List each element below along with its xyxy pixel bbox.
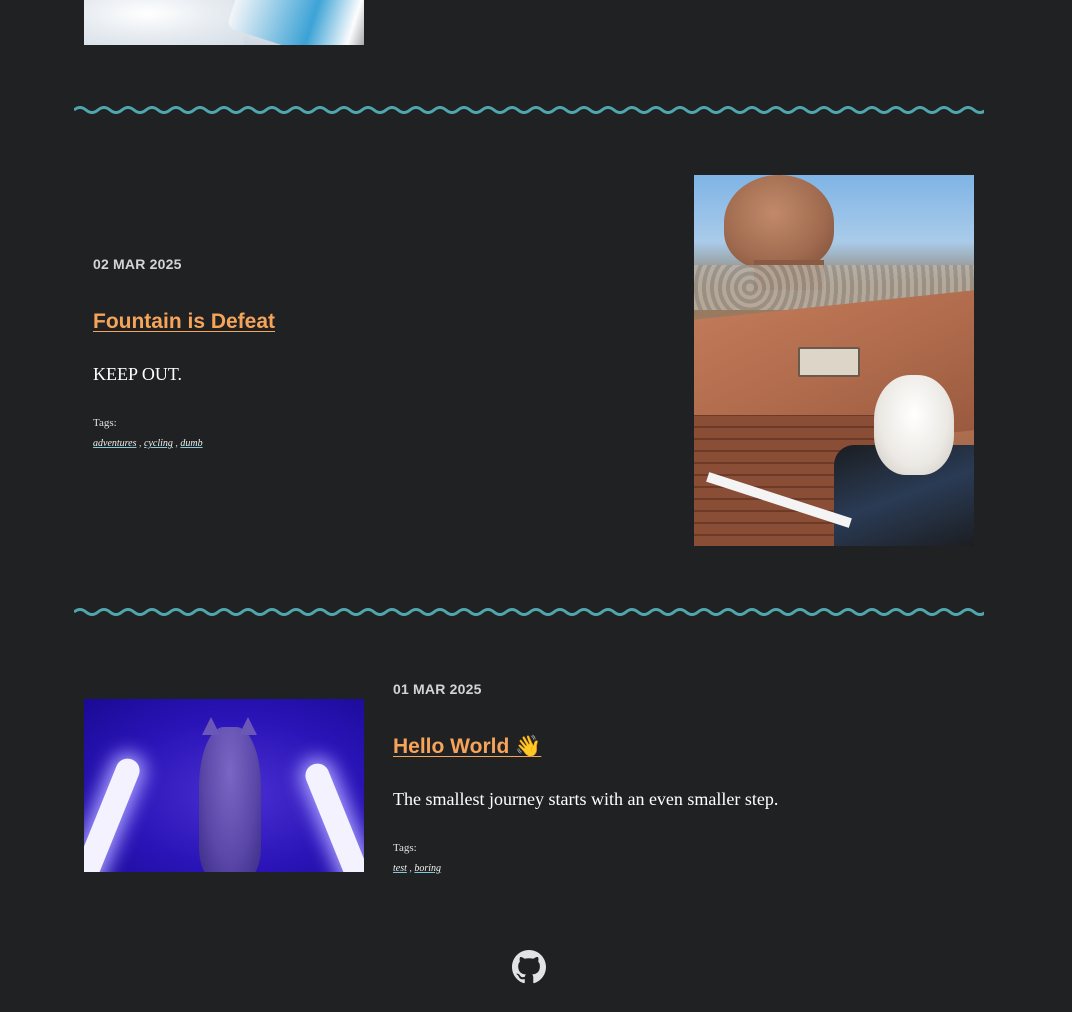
ski-shape	[226, 0, 364, 45]
light-tube-left	[84, 754, 144, 872]
github-icon-svg	[512, 950, 546, 984]
tag-link-cycling[interactable]: cycling	[144, 438, 173, 449]
sculpture-shape	[724, 175, 834, 270]
post-image-snow[interactable]	[84, 0, 364, 45]
cat-ear-right	[239, 717, 257, 735]
tag-list: adventures , cycling , dumb	[93, 438, 203, 449]
wavy-divider	[74, 106, 984, 114]
tag-link-boring[interactable]: boring	[414, 863, 441, 874]
tag-link-test[interactable]: test	[393, 863, 407, 874]
cat-figure	[199, 727, 261, 872]
cat-ear-left	[202, 717, 220, 735]
tag-separator: ,	[175, 438, 178, 449]
tag-list: test , boring	[393, 863, 441, 874]
tag-separator: ,	[139, 438, 142, 449]
tags-label: Tags:	[393, 842, 417, 854]
tag-link-adventures[interactable]: adventures	[93, 438, 137, 449]
post-image-fountain[interactable]	[694, 175, 974, 546]
wavy-divider	[74, 608, 984, 616]
post-excerpt: KEEP OUT.	[93, 364, 182, 384]
github-icon[interactable]	[512, 950, 546, 984]
post-date: 01 MAR 2025	[393, 681, 482, 697]
post-date: 02 MAR 2025	[93, 256, 182, 272]
tags-label: Tags:	[93, 417, 117, 429]
plush-toy	[874, 375, 954, 475]
snow-area	[84, 0, 244, 45]
post-image-cat[interactable]	[84, 699, 364, 872]
plaque	[798, 347, 860, 377]
tag-separator: ,	[409, 863, 412, 874]
tag-link-dumb[interactable]: dumb	[180, 438, 202, 449]
light-tube-right	[301, 759, 364, 872]
post-excerpt: The smallest journey starts with an even…	[393, 789, 779, 809]
post-title-link[interactable]: Hello World 👋	[393, 735, 541, 759]
post-title-link[interactable]: Fountain is Defeat	[93, 310, 275, 334]
